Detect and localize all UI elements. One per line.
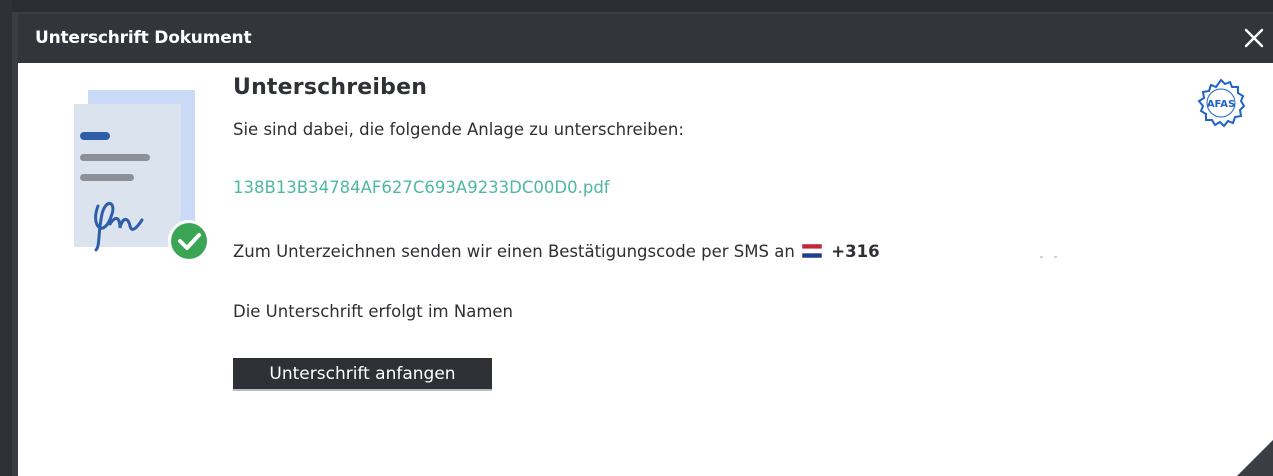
check-icon [168, 220, 210, 262]
badge-brand: AFAS [1207, 99, 1235, 110]
signed-document-icon [74, 90, 210, 262]
sms-text: Zum Unterzeichnen senden wir einen Bestä… [233, 242, 795, 261]
background-left [0, 0, 12, 476]
resize-corner[interactable] [1237, 440, 1273, 476]
dialog-titlebar: Unterschrift Dokument [18, 14, 1273, 63]
dialog-title: Unterschrift Dokument [35, 28, 252, 48]
signer-name-text: Die Unterschrift erfolgt im Namen [233, 302, 514, 321]
signature-dialog: Unterschrift Dokument Unterschreiben Sie… [18, 14, 1273, 476]
dialog-heading: Unterschreiben [233, 75, 428, 100]
start-signing-button[interactable]: Unterschrift anfangen [233, 358, 492, 389]
redacted-area [978, 238, 1088, 266]
background-top [0, 0, 1273, 12]
afas-signing-badge: AFAS [1197, 78, 1246, 128]
close-icon[interactable] [1240, 24, 1268, 52]
document-link[interactable]: 138B13B34784AF627C693A9233DC00D0.pdf [233, 178, 610, 197]
phone-number: +316 [831, 242, 880, 261]
intro-text: Sie sind dabei, die folgende Anlage zu u… [233, 120, 684, 139]
netherlands-flag-icon [802, 244, 823, 258]
sms-info: Zum Unterzeichnen senden wir einen Bestä… [233, 242, 880, 261]
